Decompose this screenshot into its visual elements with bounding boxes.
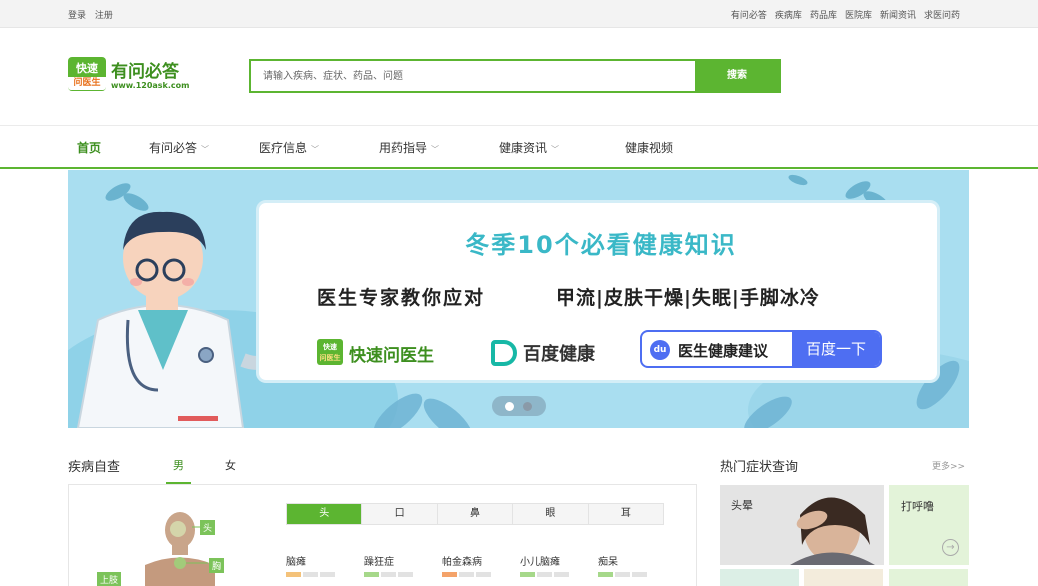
body-figure[interactable] [120,505,240,586]
top-bar: 登录 注册 有问必答 疾病库 药品库 医院库 新闻资讯 求医问药 [0,0,1038,28]
search-bar: 搜索 [249,59,781,93]
register-link[interactable]: 注册 [95,11,113,21]
logo-badge-top: 快速 [76,62,98,75]
site-logo[interactable]: 快速 问医生 有问必答 www.120ask.com [68,57,208,95]
part-tab-nose[interactable]: 鼻 [437,504,514,524]
carousel-dot-2[interactable] [523,402,532,411]
baidu-health-name: 百度健康 [523,344,595,365]
logo-badge-bottom: 问医生 [68,77,106,90]
banner-subline-2: 甲流|皮肤干燥|失眠|手脚冰冷 [556,287,820,309]
nav-medication-label: 用药指导 [379,141,428,155]
part-tab-head[interactable]: 头 [287,504,363,524]
severity-bar [364,572,413,577]
banner-subline-1: 医生专家教你应对 [317,287,486,309]
nav-wenda[interactable]: 有问必答 ﹀ [149,139,209,156]
disease-item[interactable]: 小儿脑瘫 [520,553,560,568]
carousel-dot-1[interactable] [505,402,514,411]
toplink-drug[interactable]: 药品库 [810,8,837,21]
nav-home[interactable]: 首页 [77,139,101,156]
nav-medical-info[interactable]: 医疗信息 ﹀ [259,139,319,156]
part-tab-eye[interactable]: 眼 [513,504,589,524]
chevron-down-icon: ﹀ [551,145,560,154]
disease-item[interactable]: 帕金森病 [442,553,482,568]
kuaisu-badge-top: 快速 [323,343,337,351]
kuaisu-logo: 快速 问医生 快速问医生 [317,338,457,368]
nav-medical-info-label: 医疗信息 [259,141,308,155]
baidu-search-button: 百度一下 [792,332,880,366]
baidu-health-d-icon [491,340,517,366]
banner-carousel[interactable]: 冬季10个必看健康知识 医生专家教你应对 甲流|皮肤干燥|失眠|手脚冰冷 快速 … [68,170,969,428]
toplink-news[interactable]: 新闻资讯 [880,8,916,21]
toplink-hospital[interactable]: 医院库 [845,8,872,21]
chevron-down-icon: ﹀ [201,145,210,154]
disease-item[interactable]: 痴呆 [598,553,618,568]
disease-item[interactable]: 躁狂症 [364,553,394,568]
search-button[interactable]: 搜索 [695,61,779,91]
gender-tab-underline [166,482,191,484]
kuaisu-logo-name: 快速问医生 [349,346,434,366]
banner-card: 冬季10个必看健康知识 医生专家教你应对 甲流|皮肤干燥|失眠|手脚冰冷 快速 … [256,200,940,383]
chevron-down-icon: ﹀ [431,145,440,154]
nav-wenda-label: 有问必答 [149,141,198,155]
severity-bar [598,572,647,577]
hot-symptoms-title: 热门症状查询 [720,460,799,475]
toplink-disease[interactable]: 疾病库 [775,8,802,21]
nav-medication[interactable]: 用药指导 ﹀ [379,139,439,156]
baidu-paw-icon: du [650,340,670,360]
toplink-ask[interactable]: 求医问药 [924,8,960,21]
body-tag-chest[interactable]: 胸 [209,558,225,573]
nav-health-news[interactable]: 健康资讯 ﹀ [499,139,559,156]
nav-health-video-label: 健康视频 [625,141,674,155]
disease-item[interactable]: 脑瘫 [286,553,306,568]
severity-bar [520,572,569,577]
baidu-search-query: 医生健康建议 [678,342,769,360]
main-nav: 首页 有问必答 ﹀ 医疗信息 ﹀ 用药指导 ﹀ 健康资讯 ﹀ 健康视频 [0,127,1038,169]
site-links: 有问必答 疾病库 药品库 医院库 新闻资讯 求医问药 [731,8,960,21]
more-link[interactable]: 更多>> [932,459,965,472]
logo-badge: 快速 问医生 [68,57,106,91]
body-tag-upper-limb[interactable]: 上肢 [97,572,122,586]
nav-health-news-label: 健康资讯 [499,141,548,155]
severity-bar [442,572,491,577]
symptom-tile-snoring[interactable]: 打呼噜 → [889,485,969,565]
gender-tab-female[interactable]: 女 [225,457,236,473]
logo-url: www.120ask.com [111,81,190,90]
gender-tab-male[interactable]: 男 [173,457,184,473]
login-link[interactable]: 登录 [68,11,86,21]
body-part-tabs: 头 口 鼻 眼 耳 [286,503,664,525]
symptom-tile-label: 打呼噜 [901,500,934,513]
carousel-indicator [492,396,546,416]
part-tab-ear[interactable]: 耳 [588,504,664,524]
symptom-tile-partial[interactable] [720,569,799,586]
part-tab-mouth[interactable]: 口 [362,504,438,524]
account-links: 登录 注册 [68,8,119,21]
arrow-right-icon: → [942,539,959,556]
toplink-wenda[interactable]: 有问必答 [731,8,767,21]
symptom-tile-partial[interactable] [804,569,883,586]
header: 快速 问医生 有问必答 www.120ask.com 搜索 [0,29,1038,126]
kuaisu-logo-badge: 快速 问医生 [317,339,343,365]
body-tag-head[interactable]: 头 [200,520,216,535]
chevron-down-icon: ﹀ [311,145,320,154]
banner-headline: 冬季10个必看健康知识 [465,231,737,259]
self-check-title: 疾病自查 [68,460,121,475]
nav-health-video[interactable]: 健康视频 [625,139,673,156]
logo-name: 有问必答 [111,62,179,82]
symptom-tile-partial[interactable] [889,569,968,586]
symptom-tile-dizziness[interactable]: 头晕 [720,485,884,565]
kuaisu-badge-bottom: 问医生 [319,354,341,362]
search-input[interactable] [251,61,697,91]
baidu-search-box: du 医生健康建议 百度一下 [640,330,882,368]
symptom-tile-label: 头晕 [731,499,753,512]
severity-bar [286,572,335,577]
nav-home-label: 首页 [77,141,102,155]
